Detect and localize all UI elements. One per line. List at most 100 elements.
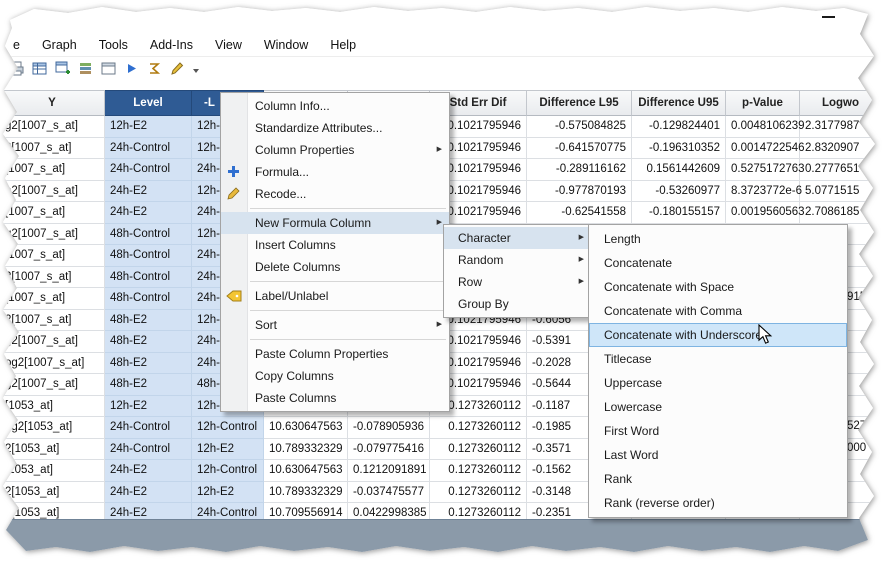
cell-diff[interactable]: 0.1212091891 [348, 460, 430, 482]
menu-item-concatenate-with-underscore[interactable]: Concatenate with Underscore [589, 323, 847, 347]
cell-level[interactable]: 48h-E2 [105, 374, 192, 396]
cell-stderr[interactable]: 0.1273260112 [430, 439, 527, 461]
cell-pvalue[interactable]: 0.0019560563 [726, 202, 800, 224]
menu-item-random[interactable]: Random▶ [444, 249, 591, 271]
cell-y[interactable]: [1007_s_at] [0, 202, 105, 224]
cell-du95[interactable]: -0.196310352 [632, 138, 726, 160]
column-header-dl95[interactable]: Difference L95 [527, 90, 632, 116]
bottom-scroll-area[interactable] [0, 519, 882, 554]
cell-level[interactable]: 48h-Control [105, 224, 192, 246]
menubar-item-view[interactable]: View [204, 36, 253, 54]
menu-item-row[interactable]: Row▶ [444, 271, 591, 293]
column-header-du95[interactable]: Difference U95 [632, 90, 726, 116]
menu-item-rank[interactable]: Rank [589, 467, 847, 491]
toolbar-list-button[interactable] [75, 61, 95, 81]
cell-mean[interactable]: 10.630647563 [264, 460, 348, 482]
cell-y[interactable]: og2[1053_at] [0, 417, 105, 439]
cell-level[interactable]: 48h-Control [105, 267, 192, 289]
cell-logworth[interactable]: 2.3177987 [800, 116, 882, 138]
cell-level[interactable]: 24h-E2 [105, 482, 192, 504]
menu-item-paste-columns[interactable]: Paste Columns [221, 387, 449, 409]
menu-item-titlecase[interactable]: Titlecase [589, 347, 847, 371]
cell-level[interactable]: 24h-Control [105, 417, 192, 439]
cell-dl95[interactable]: -0.575084825 [527, 116, 632, 138]
menu-item-uppercase[interactable]: Uppercase [589, 371, 847, 395]
menubar-item-window[interactable]: Window [253, 36, 319, 54]
cell-dl95[interactable]: -0.977870193 [527, 181, 632, 203]
cell-level[interactable]: 48h-Control [105, 288, 192, 310]
cell-dl95[interactable]: -0.62541558 [527, 202, 632, 224]
menu-item-insert-columns[interactable]: Insert Columns [221, 234, 449, 256]
cell-stderr[interactable]: 0.1273260112 [430, 482, 527, 504]
cell-y[interactable]: 2[1007_s_at] [0, 138, 105, 160]
menu-item-concatenate[interactable]: Concatenate [589, 251, 847, 275]
menu-item-sort[interactable]: Sort▶ [221, 314, 449, 336]
toolbar-formula-button[interactable] [144, 61, 164, 81]
cell-level[interactable]: 48h-E2 [105, 353, 192, 375]
cell-y[interactable]: [1053_at] [0, 396, 105, 418]
cell-mlevel[interactable]: 12h-Control [192, 460, 264, 482]
cell-dl95[interactable]: -0.641570775 [527, 138, 632, 160]
cell-y[interactable]: [1053_at] [0, 460, 105, 482]
cell-level[interactable]: 24h-Control [105, 138, 192, 160]
cell-mlevel[interactable]: 12h-Control [192, 417, 264, 439]
cell-mean[interactable]: 10.630647563 [264, 417, 348, 439]
menu-item-formula[interactable]: Formula... [221, 161, 449, 183]
menu-item-paste-column-properties[interactable]: Paste Column Properties [221, 343, 449, 365]
cell-y[interactable]: [1007_s_at] [0, 245, 105, 267]
cell-y[interactable]: n2[1007_s_at] [0, 181, 105, 203]
cell-level[interactable]: 12h-E2 [105, 116, 192, 138]
cell-logworth[interactable]: 2.8320907 [800, 138, 882, 160]
toolbar-run-arrow-button[interactable] [121, 61, 141, 81]
cell-pvalue[interactable]: 0.0014722546 [726, 138, 800, 160]
menu-item-group-by[interactable]: Group By [444, 293, 591, 315]
column-header-logworth[interactable]: Logwo [800, 90, 882, 116]
cell-du95[interactable]: -0.53260977 [632, 181, 726, 203]
cell-level[interactable]: 24h-E2 [105, 181, 192, 203]
cell-logworth[interactable]: 5.0771515 [800, 181, 882, 203]
menubar-item-help[interactable]: Help [319, 36, 367, 54]
column-header-pvalue[interactable]: p-Value [726, 90, 800, 116]
menu-item-standardize-attributes[interactable]: Standardize Attributes... [221, 117, 449, 139]
menu-item-length[interactable]: Length [589, 227, 847, 251]
cell-y[interactable]: [1007_s_at] [0, 159, 105, 181]
menu-item-concatenate-with-space[interactable]: Concatenate with Space [589, 275, 847, 299]
toolbar-print-button[interactable] [6, 61, 26, 81]
menu-item-concatenate-with-comma[interactable]: Concatenate with Comma [589, 299, 847, 323]
cell-stderr[interactable]: 0.1273260112 [430, 417, 527, 439]
menu-item-lowercase[interactable]: Lowercase [589, 395, 847, 419]
cell-logworth[interactable]: 0.2777651 [800, 159, 882, 181]
menu-item-label-unlabel[interactable]: Label/Unlabel [221, 285, 449, 307]
menubar-item-graph[interactable]: Graph [31, 36, 88, 54]
column-header-level[interactable]: Level [105, 90, 192, 116]
cell-level[interactable]: 48h-E2 [105, 310, 192, 332]
minimize-button[interactable] [818, 8, 840, 24]
menubar-item-e[interactable]: e [2, 36, 31, 54]
cell-level[interactable]: 48h-E2 [105, 331, 192, 353]
menu-item-copy-columns[interactable]: Copy Columns [221, 365, 449, 387]
menu-item-recode[interactable]: Recode... [221, 183, 449, 205]
cell-pvalue[interactable]: 8.3723772e-6 [726, 181, 800, 203]
cell-level[interactable]: 24h-E2 [105, 202, 192, 224]
menu-item-column-properties[interactable]: Column Properties▶ [221, 139, 449, 161]
menu-item-last-word[interactable]: Last Word [589, 443, 847, 467]
cell-y[interactable]: 2[1053_at] [0, 439, 105, 461]
column-header-y[interactable]: Y [0, 90, 105, 116]
menubar-item-add-ins[interactable]: Add-Ins [139, 36, 204, 54]
cell-diff[interactable]: -0.078905936 [348, 417, 430, 439]
toolbar-data-table-button[interactable] [29, 61, 49, 81]
cell-y[interactable]: g2[1007_s_at] [0, 331, 105, 353]
cell-stderr[interactable]: 0.1273260112 [430, 460, 527, 482]
cell-level[interactable]: 24h-E2 [105, 460, 192, 482]
cell-diff[interactable]: -0.079775416 [348, 439, 430, 461]
cell-mlevel[interactable]: 12h-E2 [192, 482, 264, 504]
cell-y[interactable]: g2[1007_s_at] [0, 374, 105, 396]
cell-level[interactable]: 24h-Control [105, 159, 192, 181]
toolbar-split-table-button[interactable] [52, 61, 72, 81]
toolbar-window-button[interactable] [98, 61, 118, 81]
menu-item-new-formula-column[interactable]: New Formula Column▶ [221, 212, 449, 234]
menu-item-character[interactable]: Character▶ [444, 227, 591, 249]
cell-y[interactable]: 2[1053_at] [0, 482, 105, 504]
toolbar-overflow-button[interactable] [190, 61, 202, 81]
cell-dl95[interactable]: -0.289116162 [527, 159, 632, 181]
